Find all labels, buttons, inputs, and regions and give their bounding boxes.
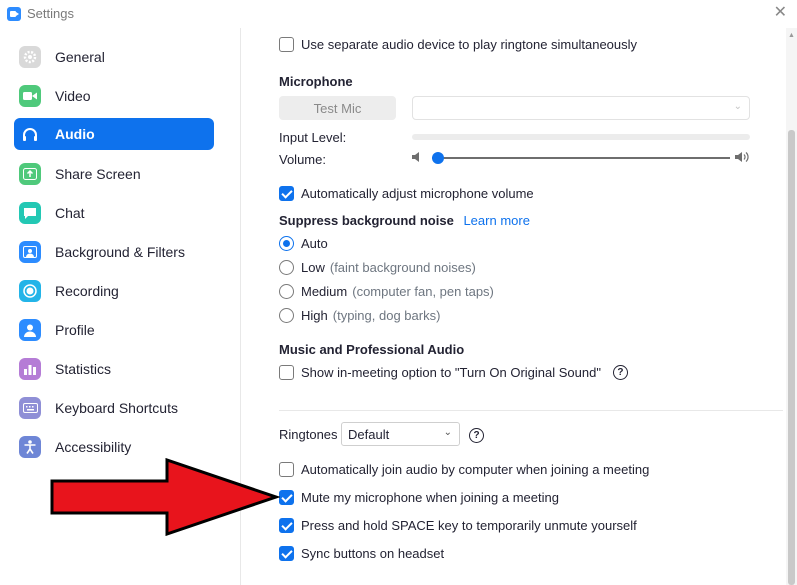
chat-icon	[19, 202, 41, 224]
noise-option-medium[interactable]: Medium (computer fan, pen taps)	[279, 284, 494, 299]
close-icon[interactable]: ✕	[774, 5, 787, 21]
option-label: Use separate audio device to play ringto…	[301, 37, 638, 52]
music-audio-heading: Music and Professional Audio	[279, 342, 465, 357]
headphones-icon	[19, 123, 41, 145]
mute-on-join-checkbox[interactable]	[279, 490, 294, 505]
test-mic-button[interactable]: Test Mic	[279, 96, 396, 120]
sidebar-item-audio[interactable]: Audio	[14, 118, 214, 150]
auto-join-audio-option[interactable]: Automatically join audio by computer whe…	[279, 462, 649, 477]
option-label: Low	[301, 260, 325, 275]
noise-option-auto[interactable]: Auto	[279, 236, 328, 251]
section-divider	[279, 410, 783, 411]
audio-settings-panel: Use separate audio device to play ringto…	[242, 28, 783, 585]
sidebar-item-profile[interactable]: Profile	[14, 314, 214, 346]
option-hint: (computer fan, pen taps)	[352, 284, 494, 299]
input-level-label: Input Level:	[279, 130, 347, 145]
sidebar-item-general[interactable]: General	[14, 41, 214, 73]
microphone-heading: Microphone	[279, 74, 353, 89]
suppress-noise-heading-text: Suppress background noise	[279, 213, 454, 228]
sync-headset-option[interactable]: Sync buttons on headset	[279, 546, 444, 561]
noise-auto-radio[interactable]	[279, 236, 294, 251]
option-label: Sync buttons on headset	[301, 546, 445, 561]
auto-adjust-volume-checkbox[interactable]	[279, 186, 294, 201]
sidebar-item-keyboard-shortcuts[interactable]: Keyboard Shortcuts	[14, 392, 214, 424]
sync-headset-checkbox[interactable]	[279, 546, 294, 561]
microphone-select[interactable]: ⌄	[412, 96, 750, 120]
separate-ringtone-device-checkbox[interactable]	[279, 37, 294, 52]
volume-label: Volume:	[279, 152, 326, 167]
profile-icon	[19, 319, 41, 341]
separate-ringtone-device-option[interactable]: Use separate audio device to play ringto…	[279, 37, 637, 52]
option-label: Medium	[301, 284, 348, 299]
speaker-high-icon	[735, 152, 749, 162]
sidebar-item-label: Accessibility	[55, 439, 132, 455]
video-camera-icon	[19, 85, 41, 107]
vertical-scrollbar[interactable]: ▲	[786, 28, 797, 585]
original-sound-option[interactable]: Show in-meeting option to "Turn On Origi…	[279, 365, 628, 380]
red-pointer-arrow-icon	[50, 458, 280, 536]
suppress-noise-heading: Suppress background noise Learn more	[279, 213, 530, 228]
sidebar-item-label: General	[55, 49, 105, 65]
statistics-icon	[19, 358, 41, 380]
noise-option-low[interactable]: Low (faint background noises)	[279, 260, 476, 275]
sidebar-item-label: Background & Filters	[55, 244, 185, 260]
noise-low-radio[interactable]	[279, 260, 294, 275]
ringtone-select-value: Default	[348, 426, 390, 442]
input-level-meter	[412, 134, 750, 140]
noise-option-high[interactable]: High (typing, dog barks)	[279, 308, 440, 323]
auto-adjust-volume-option[interactable]: Automatically adjust microphone volume	[279, 186, 534, 201]
option-label: Automatically adjust microphone volume	[301, 186, 534, 201]
mute-on-join-option[interactable]: Mute my microphone when joining a meetin…	[279, 490, 559, 505]
option-hint: (typing, dog barks)	[332, 308, 441, 323]
auto-join-audio-checkbox[interactable]	[279, 462, 294, 477]
sidebar-item-label: Share Screen	[55, 166, 141, 182]
sidebar-item-chat[interactable]: Chat	[14, 197, 214, 229]
sidebar-item-label: Recording	[55, 283, 119, 299]
chevron-down-icon: ⌄	[733, 101, 742, 112]
gear-icon	[19, 46, 41, 68]
sidebar-item-label: Chat	[55, 205, 85, 221]
sidebar-item-share-screen[interactable]: Share Screen	[14, 158, 214, 190]
window-title: Settings	[27, 6, 74, 21]
option-hint: (faint background noises)	[329, 260, 476, 275]
title-bar: Settings ✕	[0, 0, 797, 28]
sidebar-item-label: Audio	[55, 126, 95, 142]
option-label: High	[301, 308, 328, 323]
option-label: Press and hold SPACE key to temporarily …	[301, 518, 637, 533]
scrollbar-thumb[interactable]	[788, 130, 795, 585]
sidebar-item-label: Keyboard Shortcuts	[55, 400, 178, 416]
chevron-down-icon: ⌄	[443, 427, 452, 438]
ringtones-label: Ringtones	[279, 427, 338, 442]
space-unmute-option[interactable]: Press and hold SPACE key to temporarily …	[279, 518, 637, 533]
option-label: Automatically join audio by computer whe…	[301, 462, 650, 477]
sidebar-item-background-filters[interactable]: Background & Filters	[14, 236, 214, 268]
option-label: Auto	[301, 236, 328, 251]
ringtone-select[interactable]: Default ⌄	[341, 422, 460, 446]
sidebar-item-label: Video	[55, 88, 91, 104]
option-label: Show in-meeting option to "Turn On Origi…	[301, 365, 601, 380]
recording-icon	[19, 280, 41, 302]
speaker-low-icon	[412, 152, 419, 162]
help-icon[interactable]: ?	[469, 428, 484, 443]
keyboard-icon	[19, 397, 41, 419]
noise-high-radio[interactable]	[279, 308, 294, 323]
option-label: Mute my microphone when joining a meetin…	[301, 490, 559, 505]
noise-medium-radio[interactable]	[279, 284, 294, 299]
volume-slider-handle[interactable]	[431, 152, 444, 164]
volume-slider-track[interactable]	[432, 157, 730, 159]
background-icon	[19, 241, 41, 263]
space-unmute-checkbox[interactable]	[279, 518, 294, 533]
sidebar-item-label: Statistics	[55, 361, 112, 377]
sidebar-item-statistics[interactable]: Statistics	[14, 353, 214, 385]
sidebar-item-label: Profile	[55, 322, 95, 338]
zoom-logo-icon	[7, 7, 21, 21]
learn-more-link[interactable]: Learn more	[463, 213, 529, 228]
scroll-up-arrow-icon[interactable]: ▲	[788, 32, 795, 39]
help-icon[interactable]: ?	[612, 365, 628, 380]
sidebar-item-recording[interactable]: Recording	[14, 275, 214, 307]
share-screen-icon	[19, 163, 41, 185]
accessibility-icon	[19, 436, 41, 458]
sidebar-item-video[interactable]: Video	[14, 80, 214, 112]
original-sound-checkbox[interactable]	[279, 365, 294, 380]
